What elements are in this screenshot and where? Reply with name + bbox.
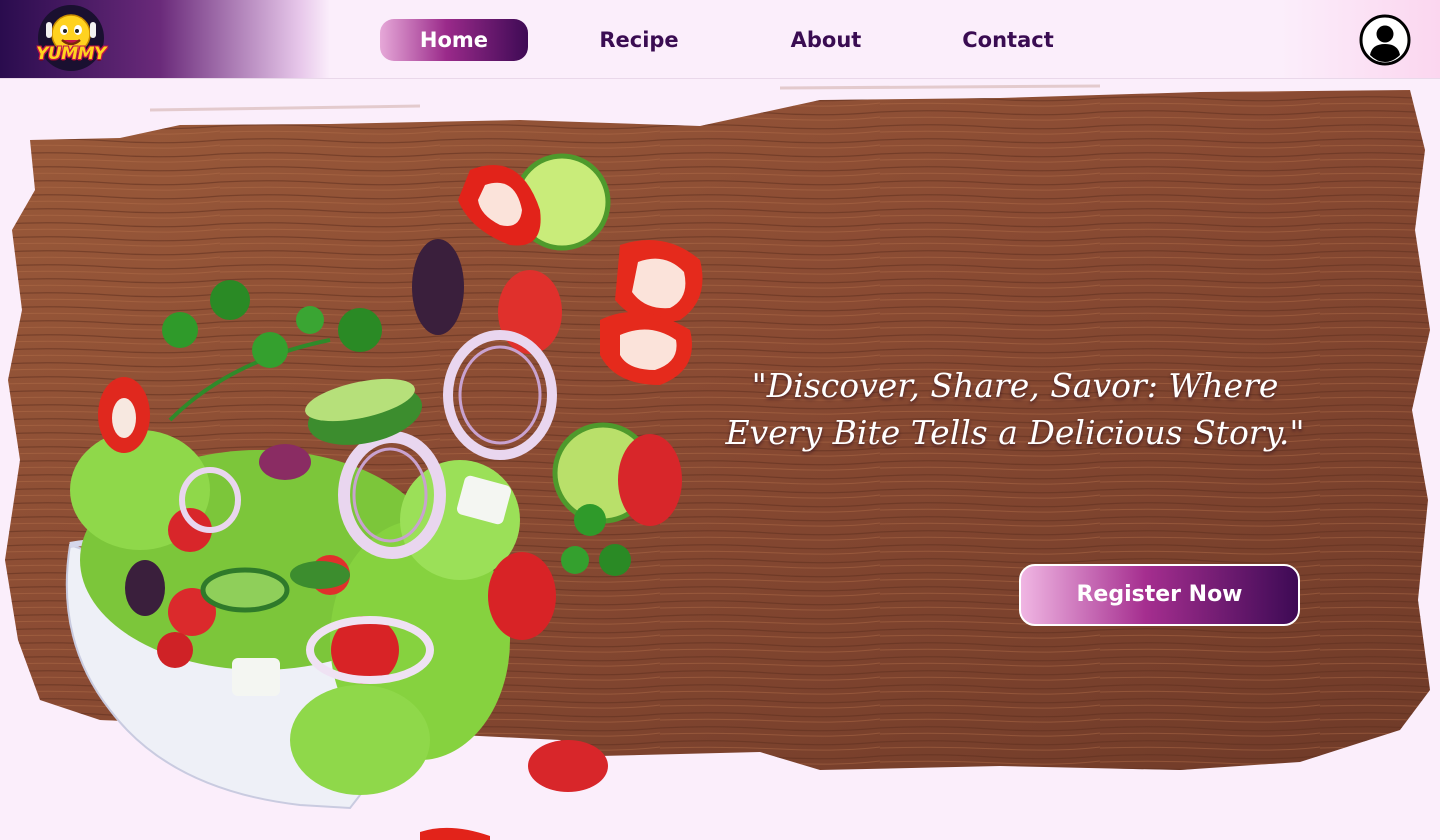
nav-home[interactable]: Home [380, 19, 528, 61]
hero-section: "Discover, Share, Savor: Where Every Bit… [0, 80, 1440, 840]
nav-recipe[interactable]: Recipe [580, 19, 698, 61]
logo[interactable]: YUMMY [34, 4, 108, 76]
hero-tagline-line2: Every Bite Tells a Delicious Story." [725, 413, 1305, 452]
page: YUMMY Home Recipe About Contact "Discove… [0, 0, 1440, 840]
user-avatar-icon [1359, 14, 1411, 66]
emoji-chef-logo-icon [38, 5, 104, 71]
nav-contact[interactable]: Contact [945, 19, 1071, 61]
register-now-button[interactable]: Register Now [1019, 564, 1300, 626]
nav-about[interactable]: About [770, 19, 882, 61]
top-navbar: YUMMY Home Recipe About Contact [0, 0, 1440, 79]
wood-brush-background [5, 84, 1430, 770]
hero-tagline-line1: "Discover, Share, Savor: Where [751, 366, 1279, 405]
brand-name: YUMMY [36, 44, 106, 64]
hero-tagline: "Discover, Share, Savor: Where Every Bit… [725, 362, 1305, 456]
profile-button[interactable] [1359, 14, 1411, 66]
